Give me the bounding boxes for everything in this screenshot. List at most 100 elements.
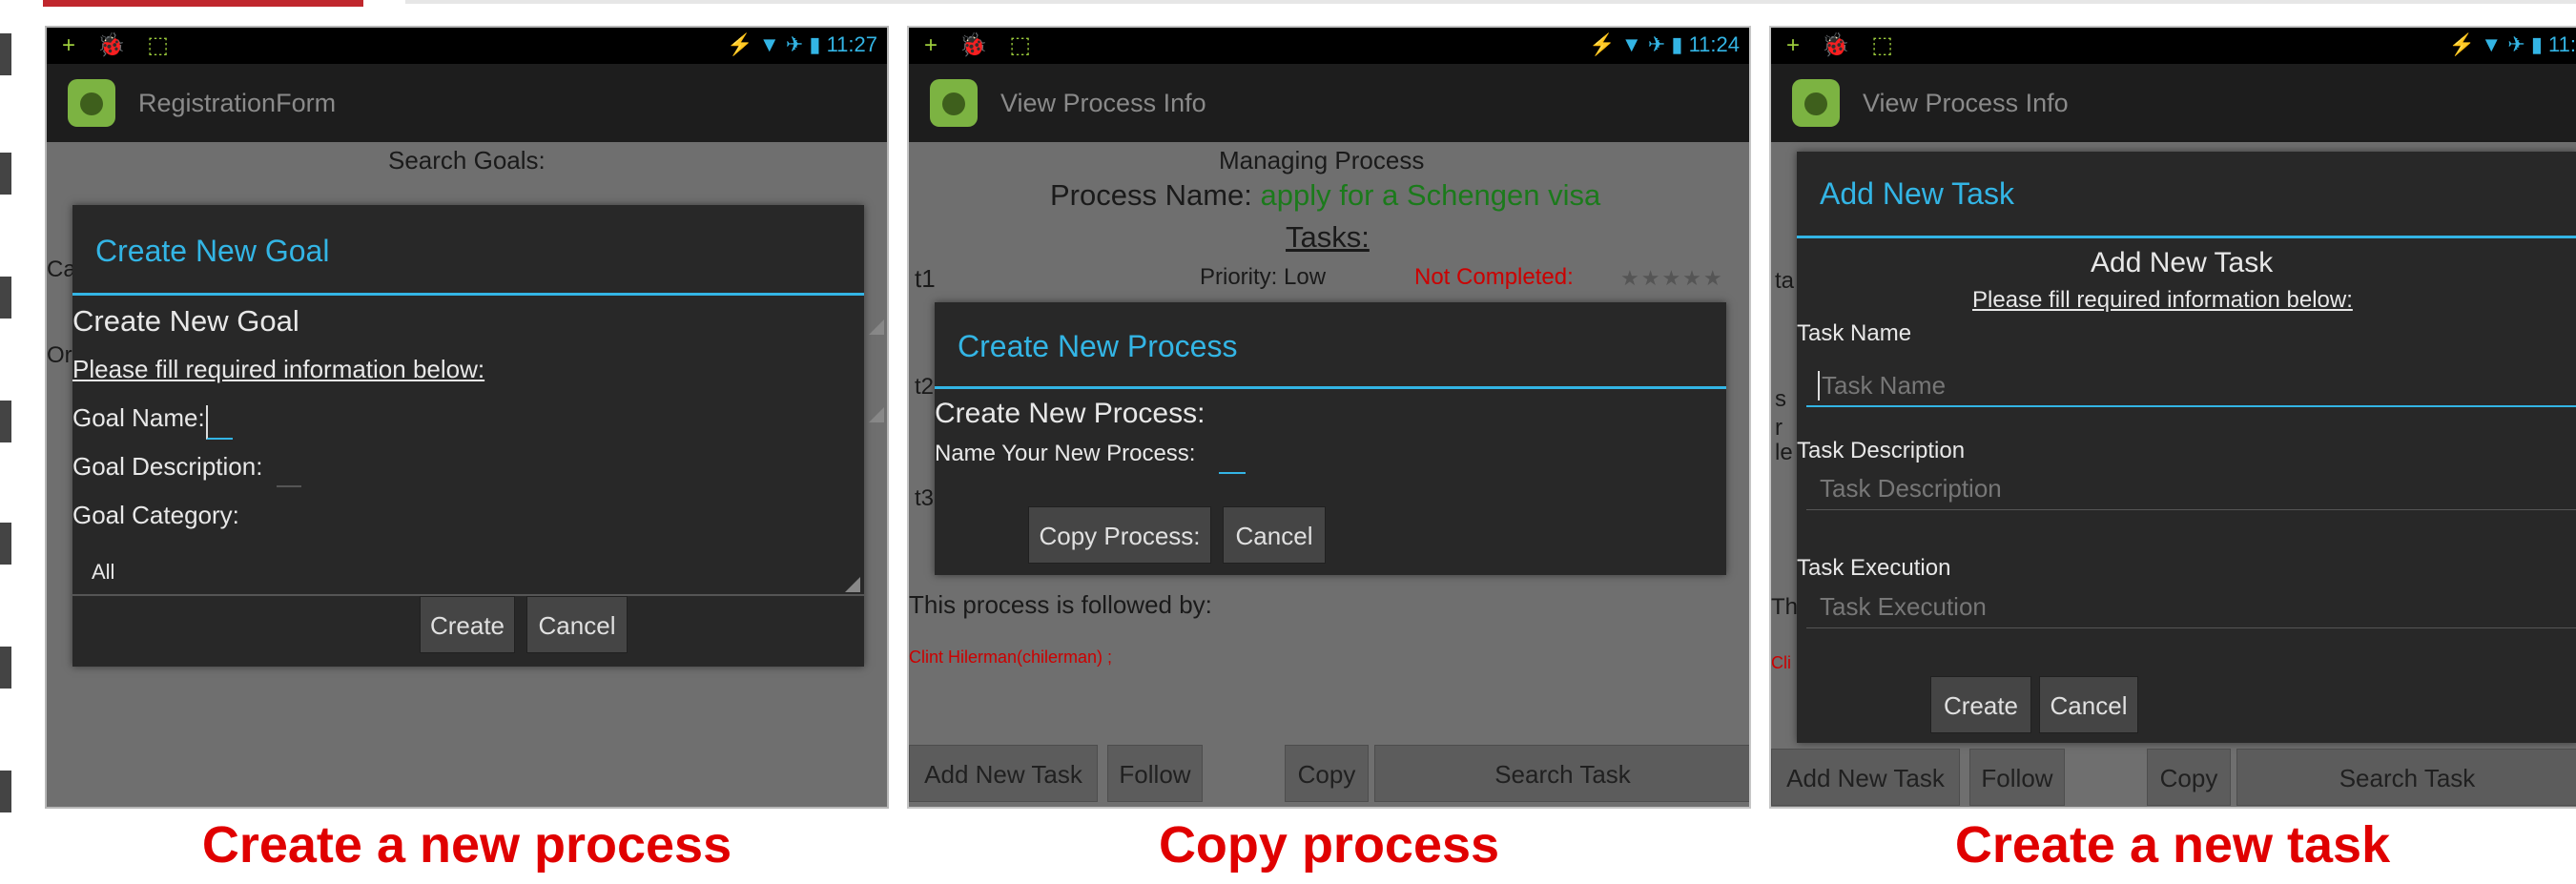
tasks-heading: Tasks: — [1286, 220, 1370, 254]
task-name-label: Task Name — [1797, 320, 1912, 346]
background-partial-text: Th — [1771, 594, 1799, 620]
create-button[interactable]: Create — [420, 596, 515, 653]
add-task-dialog: Add New Task Add New Task Please fill re… — [1797, 152, 2576, 743]
task-name-input[interactable]: Task Name — [1806, 363, 2576, 407]
dialog-title-divider — [935, 386, 1726, 389]
goal-category-spinner[interactable]: All — [72, 539, 864, 596]
caption-create-new-process: Create a new process — [201, 816, 732, 874]
copy-process-button[interactable]: Copy Process: — [1028, 506, 1211, 564]
app-title: RegistrationForm — [138, 89, 337, 117]
screen-add-task: + 🐞 ⬚ ⚡ ▼ ✈ ▮ 11: View Process Info ta s… — [1769, 26, 2576, 809]
background-partial-text: ta — [1775, 268, 1795, 294]
status-bar: + 🐞 ⬚ ⚡ ▼ ✈ ▮ 11:27 — [47, 28, 887, 64]
background-partial-text: s — [1775, 386, 1786, 412]
background-partial-text: Or — [47, 342, 72, 368]
task-execution-label: Task Execution — [1797, 555, 1951, 581]
background-spinner-indicator — [869, 407, 884, 422]
goal-name-label: Goal Name: — [72, 403, 205, 432]
process-name-row: Process Name: apply for a Schengen visa — [1050, 178, 1600, 213]
background-partial-text: t2 — [915, 374, 935, 400]
cancel-button[interactable]: Cancel — [526, 596, 628, 653]
action-bar: View Process Info — [909, 64, 1749, 142]
goal-description-label: Goal Description: — [72, 452, 263, 481]
status-system-icons: ⚡ ▼ ✈ ▮ 11: — [2448, 32, 2576, 56]
dialog-title: Add New Task — [1820, 176, 2014, 211]
dialog-title: Create New Process — [958, 329, 1238, 363]
task-rating-stars: ★★★★★ — [1620, 266, 1724, 290]
status-bar: + 🐞 ⬚ ⚡ ▼ ✈ ▮ 11:24 — [909, 28, 1749, 64]
add-new-task-button[interactable]: Add New Task — [909, 745, 1098, 802]
goal-description-input[interactable] — [277, 459, 301, 487]
create-process-dialog: Create New Process Create New Process: N… — [935, 302, 1726, 575]
task-status: Not Completed: — [1414, 264, 1574, 290]
status-notification-icons: + 🐞 ⬚ — [924, 32, 1039, 58]
caption-create-new-task: Create a new task — [1954, 816, 2391, 874]
search-task-button[interactable]: Search Task — [2236, 749, 2576, 806]
add-new-task-button[interactable]: Add New Task — [1771, 749, 1960, 806]
dialog-heading: Create New Process: — [935, 398, 1206, 429]
status-system-icons: ⚡ ▼ ✈ ▮ 11:24 — [1589, 32, 1740, 56]
screen-create-goal: + 🐞 ⬚ ⚡ ▼ ✈ ▮ 11:27 RegistrationForm Sea… — [45, 26, 889, 809]
background-partial-text: r — [1775, 415, 1783, 441]
caption-copy-process: Copy process — [1158, 816, 1500, 874]
create-goal-dialog: Create New Goal Create New Goal Please f… — [72, 205, 864, 667]
new-process-name-label: Name Your New Process: — [935, 441, 1196, 466]
status-system-icons: ⚡ ▼ ✈ ▮ 11:27 — [727, 32, 877, 56]
managing-process-label: Managing Process — [1219, 146, 1425, 175]
dialog-heading: Create New Goal — [72, 304, 299, 338]
create-button[interactable]: Create — [1930, 676, 2031, 733]
task-name-placeholder: Task Name — [1818, 371, 1946, 401]
left-edge-markers — [0, 0, 11, 884]
task-name[interactable]: t1 — [915, 264, 936, 294]
task-description-label: Task Description — [1797, 438, 1966, 463]
action-bar: View Process Info — [1771, 64, 2576, 142]
dialog-title: Create New Goal — [95, 234, 330, 268]
app-title: View Process Info — [1000, 89, 1206, 117]
background-spinner-indicator — [869, 319, 884, 335]
task-priority: Priority: Low — [1200, 264, 1327, 290]
copy-button[interactable]: Copy — [2147, 749, 2231, 806]
status-bar: + 🐞 ⬚ ⚡ ▼ ✈ ▮ 11: — [1771, 28, 2576, 64]
spinner-arrow-icon — [845, 577, 860, 592]
category-selected-value: All — [92, 560, 115, 584]
new-process-name-input[interactable] — [1219, 447, 1246, 474]
follow-button[interactable]: Follow — [1107, 745, 1203, 802]
task-description-placeholder: Task Description — [1820, 474, 2002, 503]
follow-button[interactable]: Follow — [1969, 749, 2065, 806]
process-name-label: Process Name: — [1050, 178, 1252, 212]
status-notification-icons: + 🐞 ⬚ — [62, 32, 176, 58]
process-name-value: apply for a Schengen visa — [1260, 178, 1601, 212]
follower-link[interactable]: Clint Hilerman(chilerman) ; — [909, 648, 1112, 668]
dialog-heading: Add New Task — [2091, 247, 2274, 278]
android-app-icon — [1792, 79, 1840, 127]
screen-copy-process: + 🐞 ⬚ ⚡ ▼ ✈ ▮ 11:24 View Process Info Ma… — [907, 26, 1751, 809]
dialog-title-divider — [72, 293, 864, 296]
background-partial-text: Cli — [1771, 653, 1791, 672]
followed-by-label: This process is followed by: — [909, 590, 1212, 619]
goal-category-label: Goal Category: — [72, 501, 239, 529]
android-app-icon — [68, 79, 115, 127]
goal-name-input[interactable] — [206, 405, 233, 440]
background-partial-text: le — [1775, 440, 1793, 465]
status-time: 11:27 — [826, 32, 877, 56]
search-task-button[interactable]: Search Task — [1374, 745, 1749, 802]
task-execution-placeholder: Task Execution — [1820, 592, 1987, 621]
instruction-text: Please fill required information below: — [1972, 287, 2353, 313]
task-description-input[interactable]: Task Description — [1806, 466, 2576, 510]
search-goals-label: Search Goals: — [388, 146, 546, 175]
status-time: 11: — [2548, 32, 2576, 56]
android-app-icon — [930, 79, 978, 127]
dialog-title-divider — [1797, 236, 2576, 238]
status-notification-icons: + 🐞 ⬚ — [1786, 32, 1901, 58]
app-title: View Process Info — [1863, 89, 2069, 117]
status-time: 11:24 — [1688, 32, 1740, 56]
task-execution-input[interactable]: Task Execution — [1806, 585, 2576, 628]
instruction-text: Please fill required information below: — [72, 355, 485, 383]
cancel-button[interactable]: Cancel — [2039, 676, 2138, 733]
background-partial-text: t3 — [915, 485, 935, 511]
copy-button[interactable]: Copy — [1285, 745, 1369, 802]
cancel-button[interactable]: Cancel — [1223, 506, 1326, 564]
action-bar: RegistrationForm — [47, 64, 887, 142]
top-divider-line — [405, 0, 2576, 4]
top-accent-bar — [43, 0, 363, 7]
